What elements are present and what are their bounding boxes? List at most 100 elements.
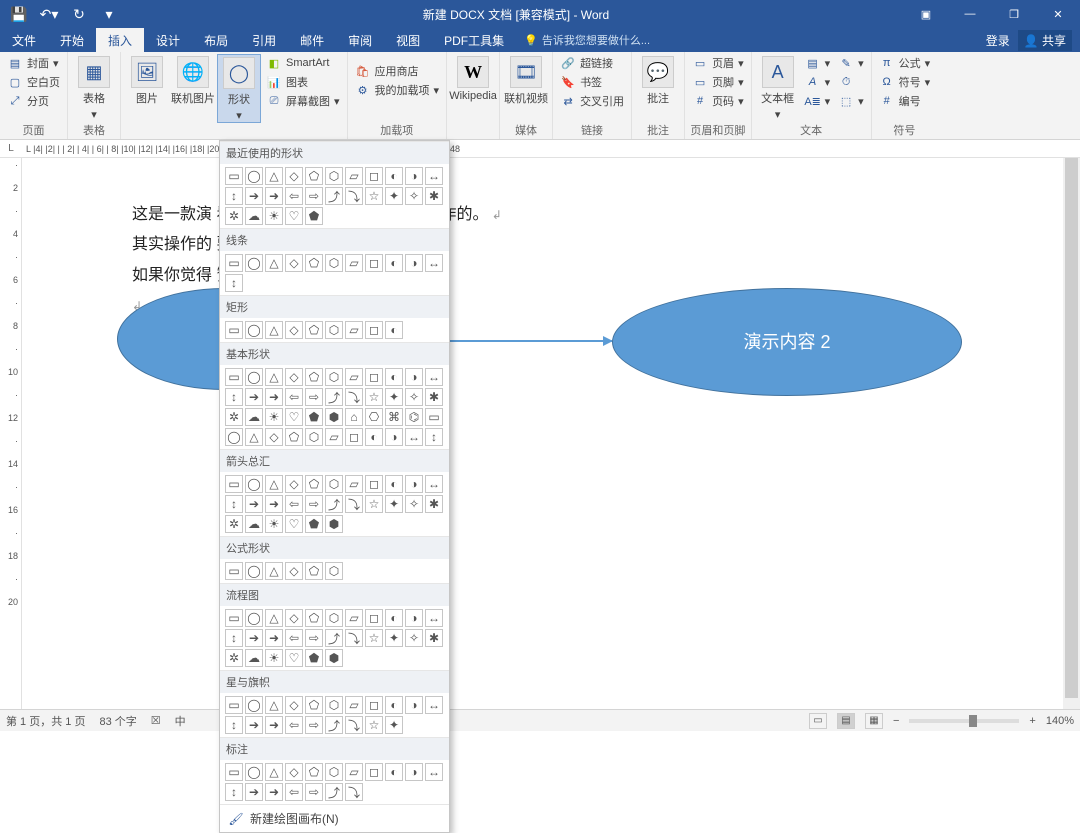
my-addins-button[interactable]: ⚙我的加载项 ▾	[352, 81, 443, 99]
shape-option[interactable]: ✲	[225, 207, 243, 225]
shape-option[interactable]: ◯	[245, 562, 263, 580]
shape-option[interactable]: ⇨	[305, 187, 323, 205]
shape-option[interactable]: ⇦	[285, 388, 303, 406]
shape-option[interactable]: ◐	[385, 763, 403, 781]
online-video-button[interactable]: 🎞联机视频	[504, 54, 548, 106]
save-button[interactable]: 💾	[6, 2, 32, 26]
shape-option[interactable]: ↕	[225, 274, 243, 292]
shape-option[interactable]: ◑	[405, 696, 423, 714]
blank-page-button[interactable]: ▢空白页	[4, 73, 63, 91]
shape-option[interactable]: ⬢	[325, 649, 343, 667]
text-obj[interactable]: ⬚▾	[835, 92, 867, 110]
shape-option[interactable]: ⬟	[305, 207, 323, 225]
shape-option[interactable]: ⬡	[325, 696, 343, 714]
shape-option[interactable]: ➔	[245, 187, 263, 205]
tab-view[interactable]: 视图	[384, 28, 432, 52]
shape-option[interactable]: ✱	[425, 495, 443, 513]
zoom-out-button[interactable]: −	[893, 715, 899, 727]
shape-option[interactable]: ▭	[225, 562, 243, 580]
shape-option[interactable]: ▱	[345, 254, 363, 272]
shape-option[interactable]: ↔	[425, 254, 443, 272]
shape-option[interactable]: ⬡	[325, 321, 343, 339]
shape-option[interactable]: ▭	[225, 368, 243, 386]
shape-option[interactable]: ◇	[285, 368, 303, 386]
shape-option[interactable]: ✦	[385, 495, 403, 513]
shape-option[interactable]: ☆	[365, 716, 383, 734]
shape-option[interactable]: ✧	[405, 187, 423, 205]
shape-option[interactable]: ➔	[245, 388, 263, 406]
shape-option[interactable]: ◇	[285, 609, 303, 627]
shape-option[interactable]: ↔	[425, 696, 443, 714]
tab-home[interactable]: 开始	[48, 28, 96, 52]
shape-option[interactable]: ♡	[285, 207, 303, 225]
shape-option[interactable]: ◐	[385, 368, 403, 386]
shape-option[interactable]: ▱	[345, 475, 363, 493]
shape-option[interactable]: ⤴	[325, 783, 343, 801]
shape-option[interactable]: ◐	[385, 609, 403, 627]
shape-option[interactable]: ◯	[245, 321, 263, 339]
text-dropcap[interactable]: A≣▾	[802, 92, 834, 110]
status-word-count[interactable]: 83 个字	[99, 713, 136, 729]
shape-option[interactable]: ⤵	[345, 716, 363, 734]
shape-option[interactable]: ▱	[345, 696, 363, 714]
shape-option[interactable]: △	[245, 428, 263, 446]
zoom-in-button[interactable]: +	[1029, 715, 1035, 727]
cover-page-button[interactable]: ▤封面 ▾	[4, 54, 63, 72]
cross-reference-button[interactable]: ⇄交叉引用	[557, 92, 627, 110]
shape-option[interactable]: ▱	[345, 167, 363, 185]
shape-option[interactable]: ▭	[225, 167, 243, 185]
shape-option[interactable]: ⤵	[345, 629, 363, 647]
shape-option[interactable]: ☆	[365, 187, 383, 205]
shape-option[interactable]: ➜	[265, 783, 283, 801]
tab-file[interactable]: 文件	[0, 28, 48, 52]
shape-option[interactable]: ⇨	[305, 783, 323, 801]
shape-option[interactable]: ↕	[225, 629, 243, 647]
shape-option[interactable]: ⬡	[325, 254, 343, 272]
text-sig[interactable]: ✎▾	[835, 54, 867, 72]
pictures-button[interactable]: 🖼图片	[125, 54, 169, 106]
shape-option[interactable]: △	[265, 609, 283, 627]
login-link[interactable]: 登录	[986, 32, 1010, 49]
shape-option[interactable]: ↕	[225, 783, 243, 801]
bookmark-button[interactable]: 🔖书签	[557, 73, 627, 91]
equation-button[interactable]: π公式 ▾	[876, 54, 934, 72]
shape-option[interactable]: ⤵	[345, 187, 363, 205]
shape-option[interactable]: ▭	[225, 763, 243, 781]
shape-option[interactable]: ⬠	[305, 696, 323, 714]
shape-option[interactable]: ⬠	[305, 763, 323, 781]
page-number-button[interactable]: #页码 ▾	[689, 92, 747, 110]
shape-option[interactable]: ⬠	[305, 562, 323, 580]
text-wordart[interactable]: A▾	[802, 73, 834, 91]
shape-option[interactable]: ⬡	[305, 428, 323, 446]
shape-option[interactable]: ◯	[245, 609, 263, 627]
shape-option[interactable]: ◑	[405, 763, 423, 781]
shape-option[interactable]: ☀	[265, 649, 283, 667]
shape-option[interactable]: ➜	[265, 388, 283, 406]
tab-design[interactable]: 设计	[144, 28, 192, 52]
shape-option[interactable]: ⌬	[405, 408, 423, 426]
shape-option[interactable]: ◇	[285, 562, 303, 580]
shape-option[interactable]: ◻	[365, 321, 383, 339]
view-web-layout[interactable]: ▦	[865, 713, 883, 729]
shape-option[interactable]: ⬠	[305, 167, 323, 185]
shape-option[interactable]: ⌂	[345, 408, 363, 426]
qat-customize[interactable]: ▾	[96, 2, 122, 26]
shape-option[interactable]: △	[265, 475, 283, 493]
shape-option[interactable]: ⬟	[305, 408, 323, 426]
tables-button[interactable]: ▦表格▾	[72, 54, 116, 121]
shape-option[interactable]: ◑	[405, 254, 423, 272]
shape-option[interactable]: ◇	[285, 696, 303, 714]
shape-option[interactable]: ◑	[405, 475, 423, 493]
shape-option[interactable]: ⬠	[305, 254, 323, 272]
shape-option[interactable]: ▭	[225, 475, 243, 493]
shape-option[interactable]: ➔	[245, 495, 263, 513]
status-language[interactable]: 中	[175, 713, 186, 729]
shape-option[interactable]: ⇦	[285, 629, 303, 647]
shape-option[interactable]: ◑	[405, 609, 423, 627]
tab-layout[interactable]: 布局	[192, 28, 240, 52]
symbol-button[interactable]: Ω符号 ▾	[876, 73, 934, 91]
shape-option[interactable]: ✱	[425, 388, 443, 406]
shape-option[interactable]: ▭	[425, 408, 443, 426]
shape-option[interactable]: ↔	[425, 167, 443, 185]
shape-option[interactable]: ◻	[365, 254, 383, 272]
